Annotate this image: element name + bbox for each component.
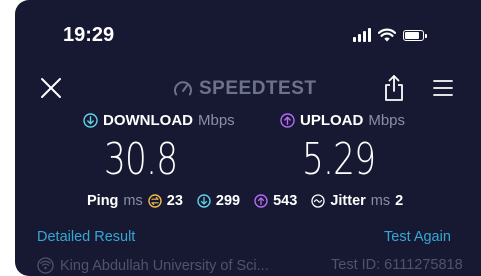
download-latency-icon xyxy=(197,194,211,208)
server-icon xyxy=(37,257,54,274)
jitter-value: 2 xyxy=(395,193,404,209)
jitter-icon xyxy=(311,194,325,208)
upload-label-text: UPLOAD xyxy=(300,112,364,129)
upload-latency-icon xyxy=(254,194,268,208)
status-time: 19:29 xyxy=(63,24,115,46)
share-icon[interactable] xyxy=(383,74,405,102)
upload-label: UPLOAD Mbps xyxy=(280,112,405,129)
download-label: DOWNLOAD Mbps xyxy=(83,112,235,129)
speedtest-logo-icon xyxy=(174,81,192,96)
server-info: King Abdullah University of Sci... xyxy=(37,257,269,274)
app-title-text: SPEEDTEST xyxy=(199,78,317,99)
download-label-text: DOWNLOAD xyxy=(103,112,193,129)
ping-jitter-row: Ping ms 23 299 543 Jitter ms 2 xyxy=(87,193,403,209)
detailed-result-link[interactable]: Detailed Result xyxy=(37,229,135,245)
close-icon[interactable] xyxy=(39,76,63,100)
ping-label: Ping xyxy=(87,193,119,209)
upload-speed-value: 5.29 xyxy=(302,134,376,185)
battery-icon xyxy=(403,29,427,41)
jitter-unit: ms xyxy=(370,193,391,209)
upload-unit: Mbps xyxy=(368,112,406,129)
download-arrow-icon xyxy=(83,113,98,128)
server-name: King Abdullah University of Sci... xyxy=(60,257,269,274)
speedtest-screen: 19:29 SPEEDTEST DOWNLOAD Mbps 30.8 UPLOA… xyxy=(15,0,481,276)
ping-download-value: 299 xyxy=(215,193,241,209)
download-speed-value: 30.8 xyxy=(104,134,178,185)
ping-upload-value: 543 xyxy=(273,193,298,209)
app-title: SPEEDTEST xyxy=(173,78,316,100)
upload-arrow-icon xyxy=(280,113,295,128)
download-unit: Mbps xyxy=(198,112,235,129)
signal-icon xyxy=(353,28,371,42)
test-id: Test ID: 6111275818 xyxy=(331,257,463,273)
ping-unit: ms xyxy=(123,193,143,209)
idle-latency-icon xyxy=(148,194,162,208)
hamburger-menu-icon[interactable] xyxy=(433,78,453,98)
jitter-label: Jitter xyxy=(330,193,366,209)
wifi-icon xyxy=(378,28,396,42)
test-again-link[interactable]: Test Again xyxy=(384,229,451,245)
status-icons xyxy=(353,25,427,45)
ping-idle-value: 23 xyxy=(166,193,183,209)
